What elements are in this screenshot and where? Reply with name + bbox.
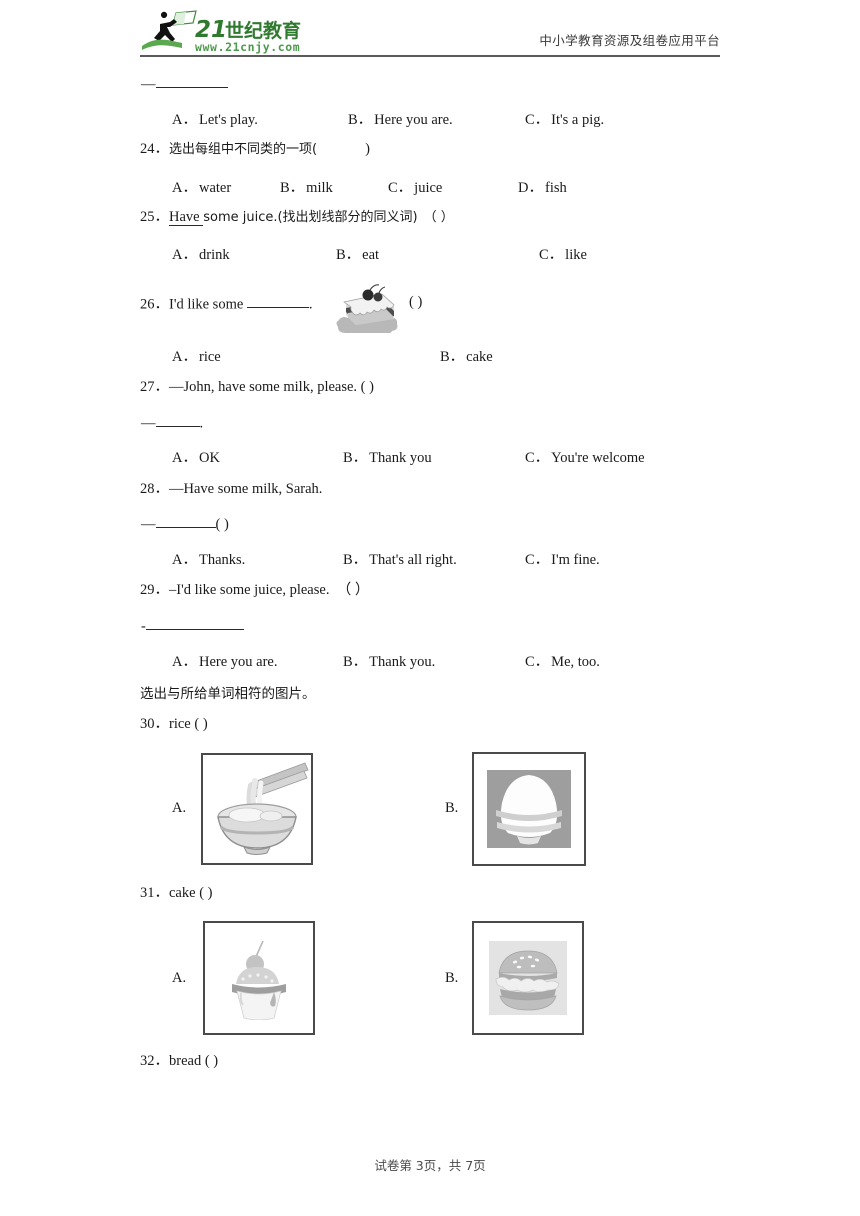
q25-options: A． drink B． eat C． like [0,243,860,263]
q31-option-b-image[interactable] [472,921,584,1035]
q27-stem-line2: —. [141,413,203,433]
q31-option-a-image[interactable] [203,921,315,1035]
cupcake-with-cherry-icon [205,923,313,1033]
q27-number: 27． [140,379,169,395]
q30-option-a-label: A. [172,800,187,816]
option-a[interactable]: A． Here you are. [172,650,277,671]
option-c[interactable]: C． like [539,243,587,264]
rice-bowl-illustration [487,770,571,848]
q32-word: bread [169,1053,202,1069]
svg-text:www.21cnjy.com: www.21cnjy.com [195,40,300,54]
q23-options: A． Let's play. B． Here you are. C． It's a p… [0,108,860,128]
q30-option-b-image[interactable] [472,752,586,866]
answer-blank [155,514,216,529]
option-b[interactable]: B． milk [280,176,333,197]
page-header: 21 世纪教育 www.21cnjy.com 中小学教育资源及组卷应用平台 [140,10,720,58]
option-a[interactable]: A． OK [172,446,220,467]
answer-blank [246,294,309,309]
q24-number: 24． [140,141,169,157]
dash-marker: — [141,516,156,533]
q26-paren: ( ) [409,294,423,310]
q32-number: 32． [140,1053,169,1069]
answer-blank [145,616,244,631]
option-a[interactable]: A． Let's play. [172,108,258,129]
option-b[interactable]: B． That's all right. [343,548,457,569]
noodle-bowl-with-chopsticks-icon [203,755,311,863]
q25-number: 25． [140,209,169,225]
q28-stem: 28．—Have some milk, Sarah. [140,481,322,498]
cake-slice-illustration [336,284,398,338]
option-b[interactable]: B． cake [440,345,493,366]
option-b[interactable]: B． eat [336,243,379,264]
q25-stem: 25．Have some juice.(找出划线部分的同义词) （ ） [140,209,454,226]
q31-option-b-label: B. [445,970,459,986]
q28-stem-line2: —( ) [141,514,229,534]
q29-stem: 29．–I'd like some juice, please. （ ） [140,582,369,599]
option-b[interactable]: B． Thank you. [343,650,435,671]
option-a[interactable]: A． Thanks. [172,548,245,569]
q27-stem-text: —John, have some milk, please. ( ) [169,379,374,395]
page-footer: 试卷第 3页，共 7页 [374,1158,486,1173]
q24-stem: 24．选出每组中不同类的一项() [140,141,370,157]
q31-option-a-label: A. [172,970,187,986]
option-d[interactable]: D． fish [518,176,567,197]
q30-stem: 30．rice ( ) [140,716,208,732]
option-c[interactable]: C． Me, too. [525,650,600,671]
option-b[interactable]: B． Thank you [343,446,432,467]
q30-word: rice [169,716,191,732]
q27-stem: 27．—John, have some milk, please. ( ) [140,379,374,396]
option-c[interactable]: C． I'm fine. [525,548,600,569]
option-a[interactable]: A． rice [172,345,221,366]
q31-stem: 31．cake ( ) [140,885,213,901]
q25-stem-text: some juice.(找出划线部分的同义词) [203,210,418,225]
q24-stem-text: 选出每组中不同类的一项( [169,142,318,157]
hamburger-illustration [489,941,567,1015]
q30-option-a-image[interactable] [201,753,313,865]
q24-options: A． water B． milk C． juice D． fish [0,176,860,196]
option-b[interactable]: B． Here you are. [348,108,453,129]
q23-stem-line2: — [141,74,228,94]
option-c[interactable]: C． juice [388,176,442,197]
cake-slice-icon [332,283,408,338]
q25-underlined-word: Have [169,209,200,226]
svg-text:世纪教育: 世纪教育 [225,19,301,42]
q28-options: A． Thanks. B． That's all right. C． I'm fine… [0,548,860,568]
hamburger-icon [474,923,582,1033]
q29-number: 29． [140,582,169,598]
option-a[interactable]: A． drink [172,243,230,264]
noodle-bowl-illustration [205,757,309,861]
option-a[interactable]: A． water [172,176,231,197]
q29-options: A． Here you are. B． Thank you. C． Me, too. [0,650,860,670]
bowl-of-rice-icon [474,754,584,864]
q26-number: 26． [140,296,169,313]
q29-stem-line2: - [141,616,244,636]
q27-options: A． OK B． Thank you C． You're welcome [0,446,860,466]
dash-marker: — [141,415,156,432]
q30-option-b-label: B. [445,800,459,816]
q26-stem: 26．I'd like some . [140,294,313,314]
q29-stem-text: –I'd like some juice, please. （ ） [169,582,370,598]
logo-graphic: 21 世纪教育 www.21cnjy.com [142,10,301,54]
header-divider [140,55,720,57]
exam-page: 21 世纪教育 www.21cnjy.com 中小学教育资源及组卷应用平台 — … [0,0,860,1216]
answer-blank [155,413,200,428]
cupcake-illustration [219,936,299,1020]
q28-stem-text: —Have some milk, Sarah. [169,481,323,497]
answer-blank [155,74,228,89]
q31-number: 31． [140,885,169,901]
option-c[interactable]: C． It's a pig. [525,108,604,129]
q26-options: A． rice B． cake [0,345,860,365]
option-c[interactable]: C． You're welcome [525,446,645,467]
q28-number: 28． [140,481,169,497]
platform-title: 中小学教育资源及组卷应用平台 [539,33,720,48]
q30-number: 30． [140,716,169,732]
section-heading: 选出与所给单词相符的图片。 [140,686,316,702]
q32-stem: 32．bread ( ) [140,1053,219,1069]
brand-logo: 21 世纪教育 www.21cnjy.com [140,10,320,56]
q31-word: cake [169,885,196,901]
dash-marker: — [141,76,156,93]
